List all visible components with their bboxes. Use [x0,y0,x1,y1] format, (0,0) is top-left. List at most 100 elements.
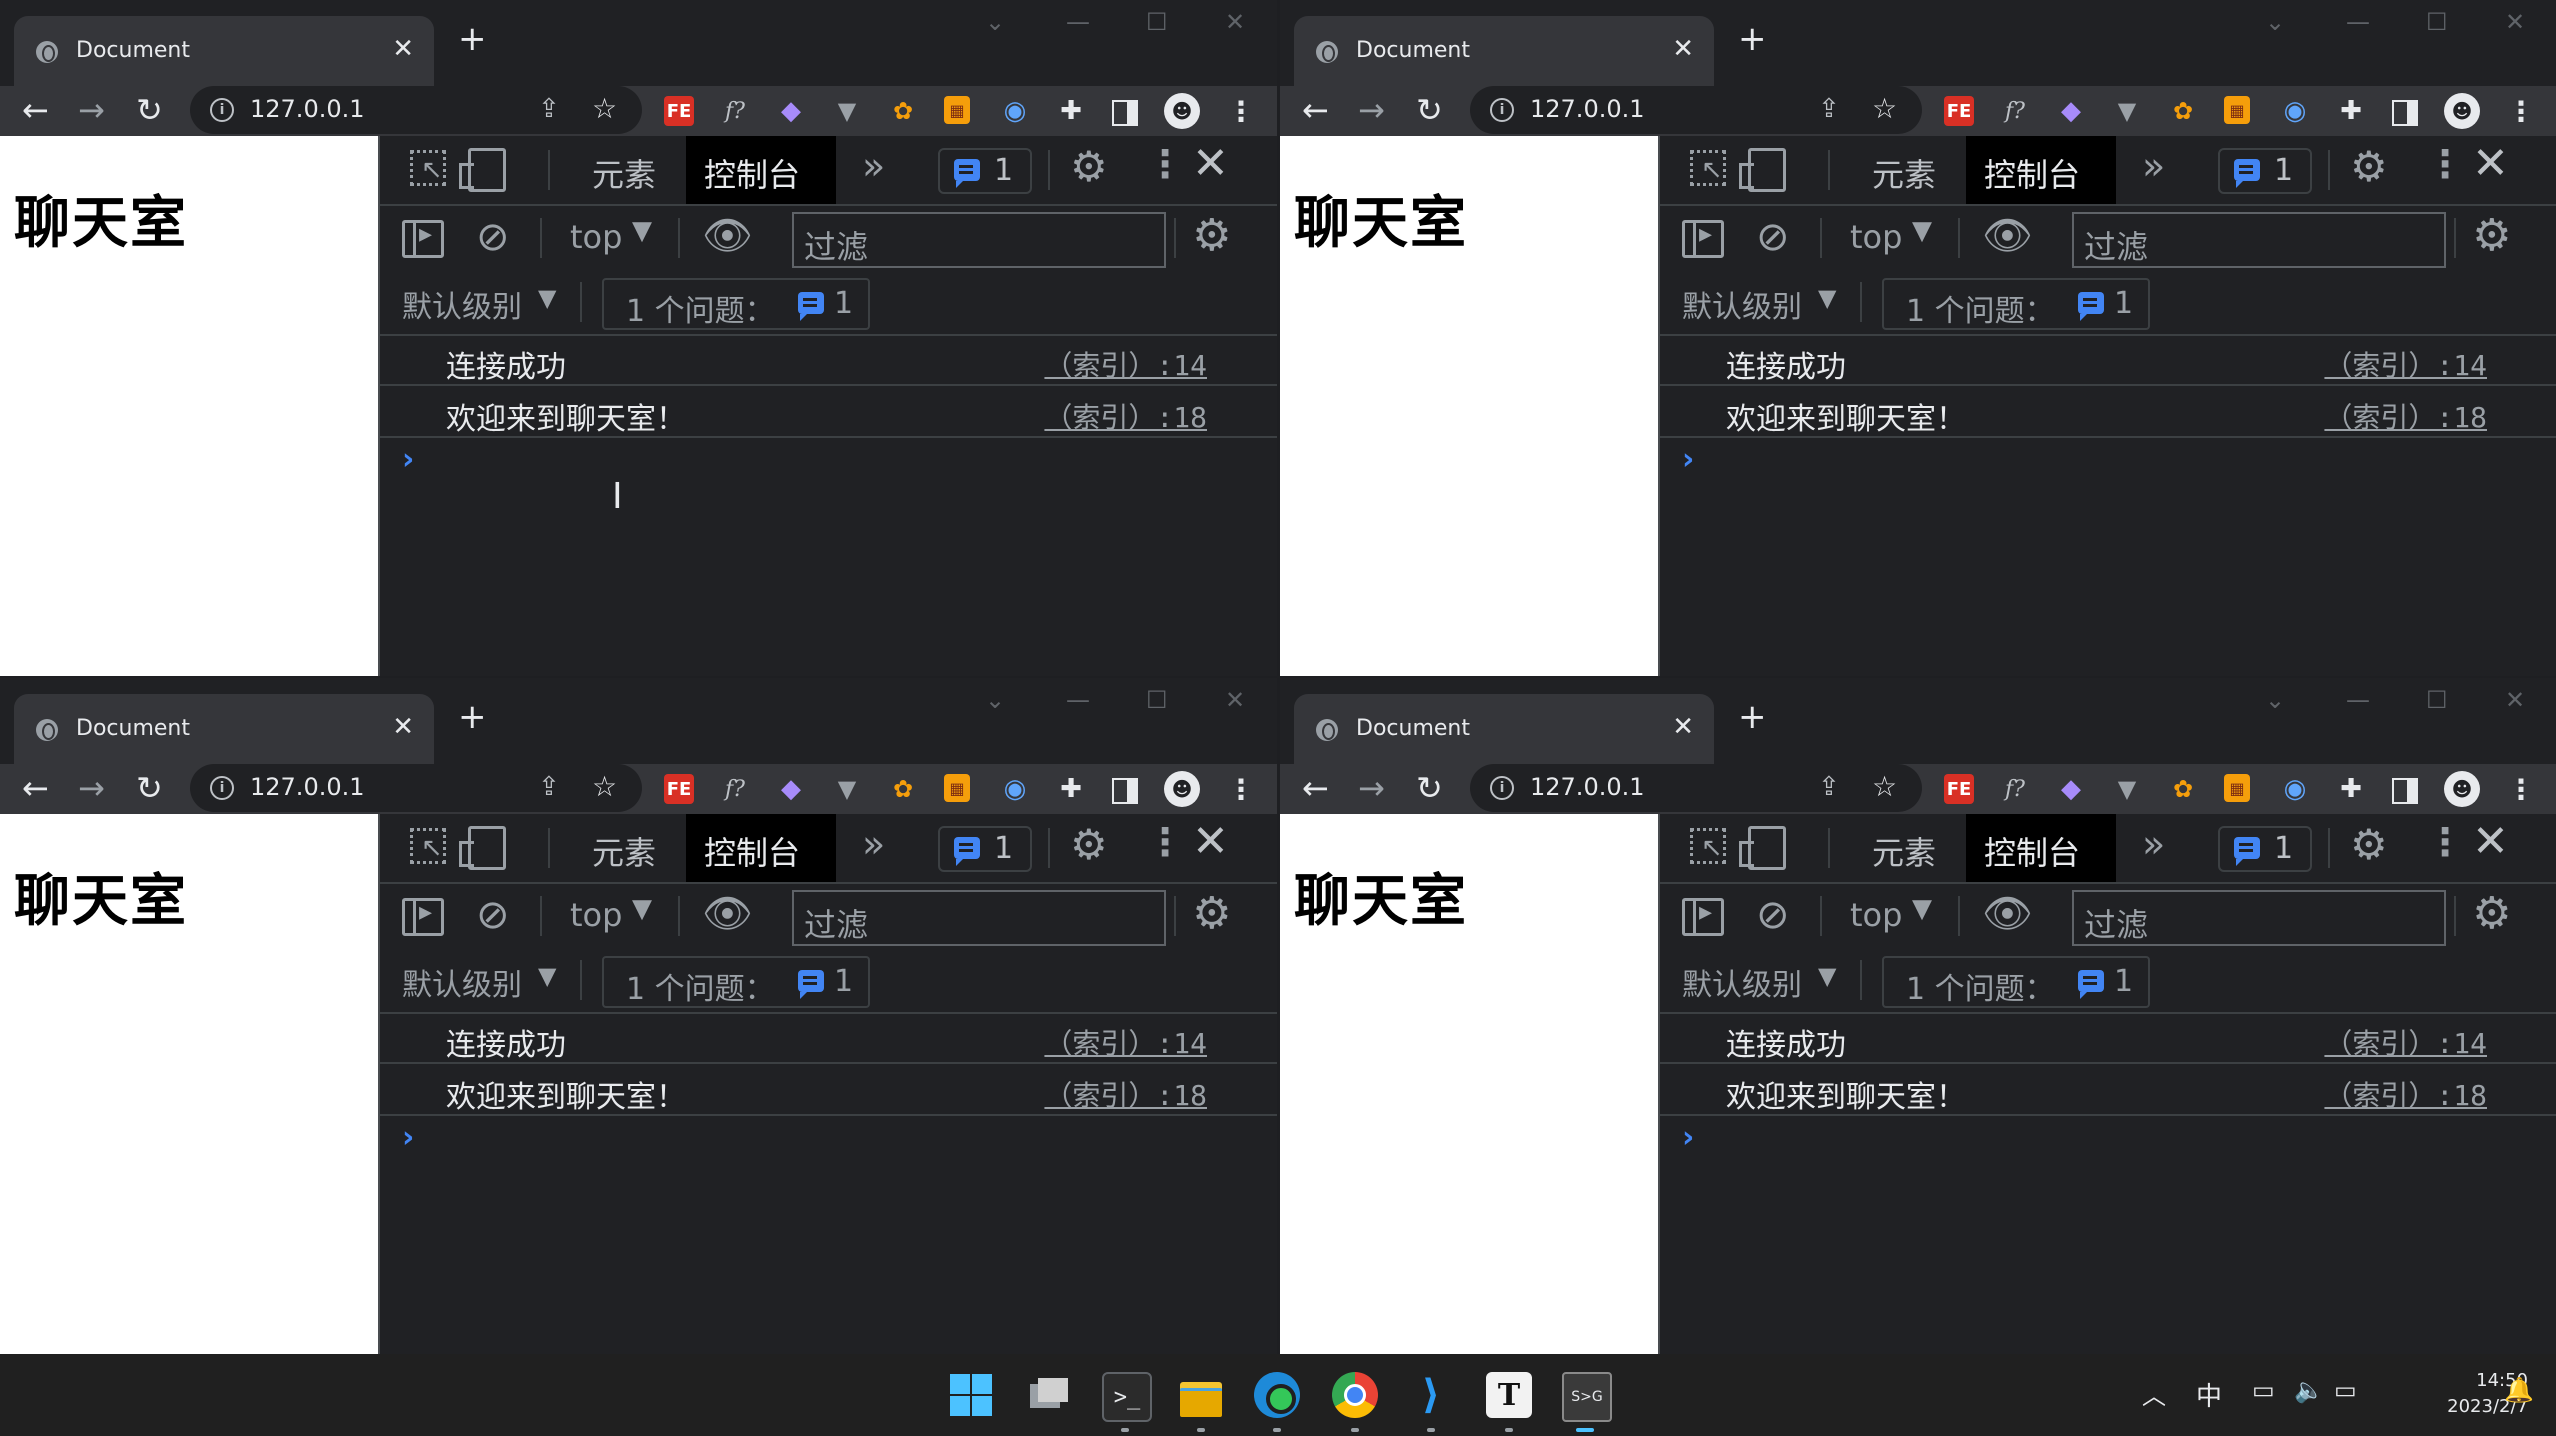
profile-avatar[interactable]: ☻ [2444,93,2480,129]
url-text[interactable]: 127.0.0.1 [1530,95,1645,123]
formula-extension-icon[interactable]: f? [2000,96,2030,126]
bookmark-star-icon[interactable]: ☆ [1872,92,1897,125]
calculator-extension-icon[interactable]: ▦ [944,96,970,124]
close-window-button[interactable]: ✕ [2505,686,2525,714]
back-button[interactable]: ← [1302,768,1329,808]
file-explorer-icon[interactable] [1178,1372,1224,1418]
device-toolbar-icon[interactable] [459,148,506,192]
back-button[interactable]: ← [22,90,49,130]
tab-elements[interactable]: 元素 [592,828,656,874]
tab-search-icon[interactable]: ⌄ [985,8,1005,36]
problems-button[interactable]: 1 个问题： 1 [602,278,870,330]
clear-console-icon[interactable]: ⊘ [476,214,510,260]
console-prompt[interactable]: › [1682,442,1694,477]
color-picker-extension-icon[interactable]: ◆ [2056,96,2086,126]
issues-badge[interactable]: 1 [938,148,1032,194]
chevron-down-icon[interactable]: ▼ [632,894,652,924]
log-source-link[interactable]: （索引）:14 [2324,1022,2487,1062]
cookie-extension-icon[interactable]: ✿ [888,96,918,126]
firefox-style-extension-icon[interactable]: ◉ [2280,96,2310,126]
maximize-button[interactable]: ☐ [1146,8,1168,36]
tab-console[interactable]: 控制台 [1966,814,2116,882]
calculator-extension-icon[interactable]: ▦ [2224,774,2250,802]
reload-button[interactable]: ↻ [1416,90,1443,130]
color-picker-extension-icon[interactable]: ◆ [2056,774,2086,804]
extensions-puzzle-icon[interactable]: ✚ [2336,96,2366,126]
close-window-button[interactable]: ✕ [2505,8,2525,36]
url-text[interactable]: 127.0.0.1 [250,95,365,123]
back-button[interactable]: ← [1302,90,1329,130]
chevron-down-icon[interactable]: ▼ [1818,962,1836,990]
tab-close-icon[interactable]: ✕ [1672,34,1694,64]
site-info-icon[interactable]: i [210,98,234,122]
console-settings-gear-icon[interactable]: ⚙ [1192,888,1231,939]
firefox-style-extension-icon[interactable]: ◉ [1000,96,1030,126]
issues-badge[interactable]: 1 [2218,826,2312,872]
volume-icon[interactable]: 🔈 [2294,1376,2324,1404]
site-info-icon[interactable]: i [210,776,234,800]
tab-elements[interactable]: 元素 [1872,828,1936,874]
context-selector[interactable]: top [570,896,622,934]
minimize-button[interactable]: — [1066,8,1090,36]
issues-badge[interactable]: 1 [938,826,1032,872]
share-icon[interactable]: ⇪ [1818,94,1840,124]
tab-search-icon[interactable]: ⌄ [985,686,1005,714]
forward-button[interactable]: → [78,90,105,130]
profile-avatar[interactable]: ☻ [1164,771,1200,807]
more-tabs-icon[interactable]: » [2142,144,2165,188]
forward-button[interactable]: → [1358,90,1385,130]
log-source-link[interactable]: （索引）:18 [2324,396,2487,436]
console-settings-gear-icon[interactable]: ⚙ [1192,210,1231,261]
settings-gear-icon[interactable]: ⚙ [2350,142,2388,191]
tab-search-icon[interactable]: ⌄ [2265,686,2285,714]
firefox-style-extension-icon[interactable]: ◉ [2280,774,2310,804]
browser-tab[interactable]: Document ✕ [14,694,434,764]
chevron-down-icon[interactable]: ▼ [632,216,652,246]
console-prompt[interactable]: › [1682,1120,1694,1155]
log-source-link[interactable]: （索引）:14 [2324,344,2487,384]
close-devtools-icon[interactable]: ✕ [2472,138,2509,189]
log-source-link[interactable]: （索引）:18 [2324,1074,2487,1114]
side-panel-icon[interactable] [2392,778,2418,804]
more-tabs-icon[interactable]: » [862,822,885,866]
devtools-menu-icon[interactable]: ⋮ [2426,820,2464,864]
url-text[interactable]: 127.0.0.1 [250,773,365,801]
back-button[interactable]: ← [22,768,49,808]
live-expression-eye-icon[interactable]: 👁 [1982,890,2033,937]
forward-button[interactable]: → [78,768,105,808]
log-level-dropdown[interactable]: 默认级别 [402,282,522,326]
minimize-button[interactable]: — [1066,686,1090,714]
chevron-down-icon[interactable]: ▼ [1912,894,1932,924]
extensions-puzzle-icon[interactable]: ✚ [1056,774,1086,804]
tab-close-icon[interactable]: ✕ [1672,712,1694,742]
close-window-button[interactable]: ✕ [1225,686,1245,714]
cookie-extension-icon[interactable]: ✿ [2168,96,2198,126]
inspect-element-icon[interactable] [1690,828,1726,864]
close-devtools-icon[interactable]: ✕ [1192,138,1229,189]
edge-browser-icon[interactable] [1254,1372,1300,1418]
new-tab-button[interactable]: + [458,700,487,734]
inspect-element-icon[interactable] [1690,150,1726,186]
device-toolbar-icon[interactable] [1739,826,1786,870]
fehelper-extension-icon[interactable]: FE [664,774,694,804]
devtools-menu-icon[interactable]: ⋮ [1146,142,1184,186]
snipaste-icon[interactable]: S>G [1562,1372,1612,1422]
bookmark-star-icon[interactable]: ☆ [592,92,617,125]
network-icon[interactable]: ▭ [2252,1376,2275,1404]
profile-avatar[interactable]: ☻ [1164,93,1200,129]
tab-close-icon[interactable]: ✕ [392,34,414,64]
ime-indicator[interactable]: 中 [2196,1376,2222,1413]
forward-button[interactable]: → [1358,768,1385,808]
settings-gear-icon[interactable]: ⚙ [1070,820,1108,869]
vue-devtools-extension-icon[interactable]: ▼ [832,774,862,804]
live-expression-eye-icon[interactable]: 👁 [702,212,753,259]
calculator-extension-icon[interactable]: ▦ [2224,96,2250,124]
profile-avatar[interactable]: ☻ [2444,771,2480,807]
notification-bell-icon[interactable]: 🔔 [2504,1376,2534,1404]
filter-input[interactable]: 过滤 [2072,212,2446,268]
task-view-icon[interactable] [1026,1372,1072,1418]
tab-console[interactable]: 控制台 [686,814,836,882]
vue-devtools-extension-icon[interactable]: ▼ [2112,96,2142,126]
extensions-puzzle-icon[interactable]: ✚ [2336,774,2366,804]
maximize-button[interactable]: ☐ [2426,8,2448,36]
